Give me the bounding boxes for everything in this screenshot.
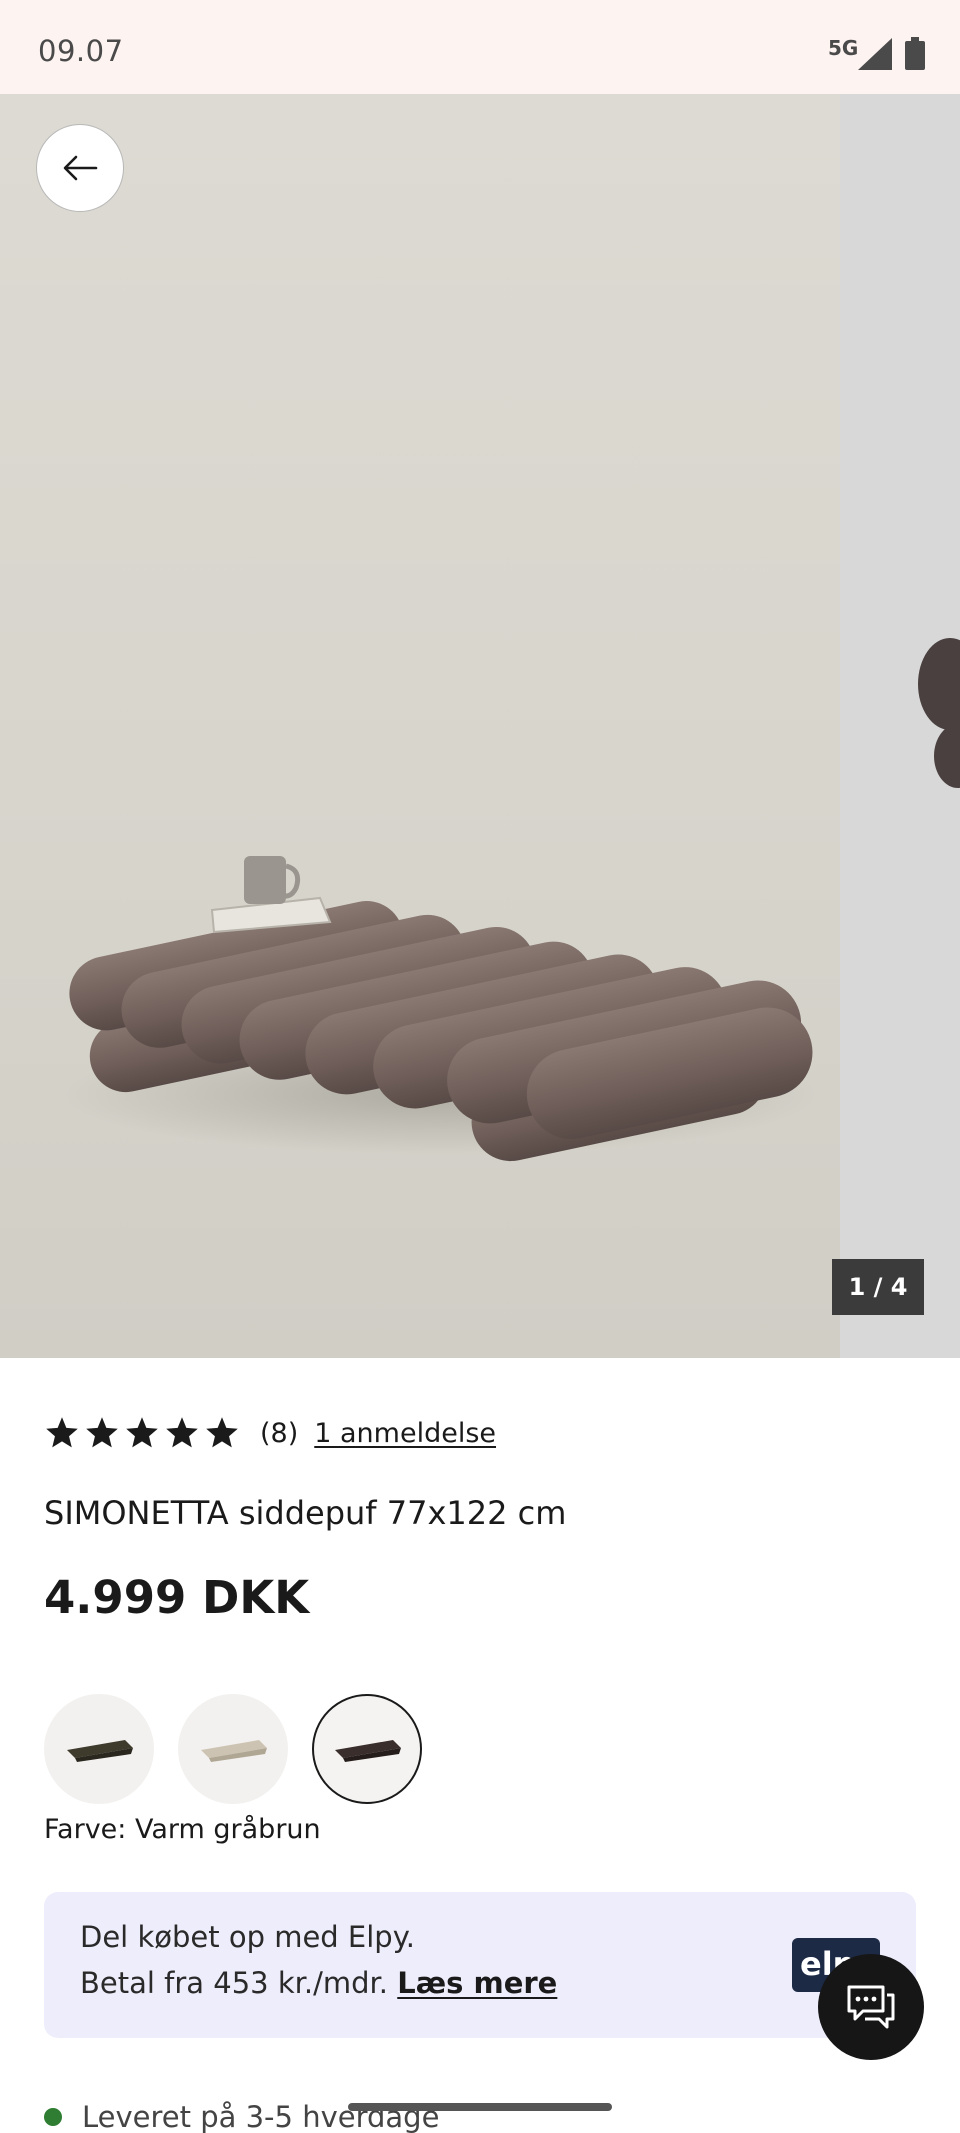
network-type: 5G (828, 36, 859, 60)
read-more-link[interactable]: Læs mere (397, 1966, 557, 2000)
elpy-text-1: Del købet op med Elpy. (80, 1920, 415, 1954)
swatch-thumbnail (67, 1740, 133, 1762)
chat-icon (847, 1985, 895, 2029)
next-photo (918, 638, 960, 788)
swatch-thumbnail (201, 1740, 267, 1762)
status-bar: 09.07 5G (0, 0, 960, 94)
star-icon (166, 1417, 198, 1448)
product-title: SIMONETTA siddepuf 77x122 cm (44, 1494, 567, 1532)
star-icon (86, 1417, 118, 1448)
swatch-cream[interactable] (178, 1694, 288, 1804)
color-swatches (44, 1694, 422, 1804)
star-icon (206, 1417, 238, 1448)
elpy-banner: Del købet op med Elpy. Betal fra 453 kr.… (44, 1892, 916, 2038)
signal-icon (858, 38, 892, 70)
rating-row: (8) 1 anmeldelse (44, 1413, 496, 1453)
star-icon (126, 1417, 158, 1448)
swatch-thumbnail (335, 1740, 401, 1762)
elpy-text-2: Betal fra 453 kr./mdr. Læs mere (80, 1966, 557, 2000)
swatch-dark-olive[interactable] (44, 1694, 154, 1804)
rating-stars (44, 1415, 240, 1451)
color-label: Farve: Varm gråbrun (44, 1814, 321, 1845)
chat-button[interactable] (818, 1954, 924, 2060)
product-price: 4.999 DKK (44, 1571, 310, 1624)
image-counter: 1 / 4 (832, 1259, 924, 1315)
product-photo (60, 856, 820, 1162)
arrow-left-icon (63, 155, 98, 181)
swatch-warm-grey-brown[interactable] (312, 1694, 422, 1804)
product-image[interactable] (0, 94, 840, 1358)
product-gallery[interactable]: 1 / 4 (0, 94, 960, 1358)
reviews-link[interactable]: 1 anmeldelse (314, 1418, 496, 1449)
home-indicator[interactable] (348, 2103, 612, 2111)
rating-count: (8) (260, 1417, 299, 1449)
delivery-status-dot (44, 2108, 62, 2126)
back-button[interactable] (36, 124, 124, 212)
next-product-image[interactable] (840, 94, 960, 1358)
elpy-price-text: Betal fra 453 kr./mdr. (80, 1966, 389, 2000)
battery-icon (905, 37, 925, 70)
star-icon (46, 1417, 78, 1448)
status-time: 09.07 (38, 34, 124, 68)
